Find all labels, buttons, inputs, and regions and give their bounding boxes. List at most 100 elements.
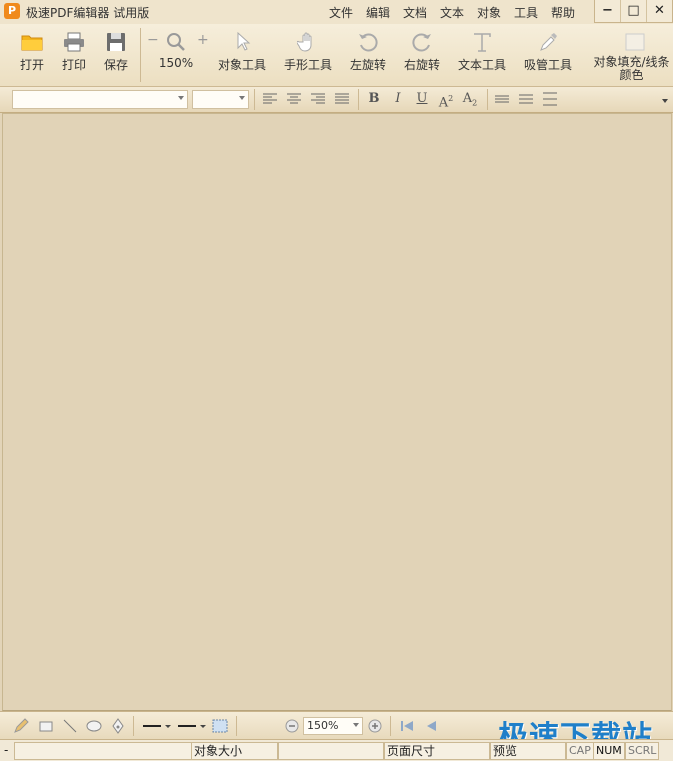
subscript-button[interactable]: A2 <box>461 90 479 108</box>
magnifier-icon <box>167 33 185 51</box>
toolbar-divider <box>140 28 141 82</box>
maximize-button[interactable]: □ <box>620 0 646 22</box>
underline-button[interactable]: U <box>413 90 431 108</box>
line-spacing-1-icon[interactable] <box>493 90 511 108</box>
first-page-icon[interactable] <box>398 717 416 735</box>
italic-button[interactable]: I <box>389 90 407 108</box>
open-button[interactable]: 打开 <box>14 24 50 86</box>
format-divider <box>487 89 488 110</box>
chevron-down-icon <box>239 96 245 100</box>
status-scrl: SCRL <box>625 742 659 760</box>
menu-text[interactable]: 文本 <box>440 4 464 21</box>
subscript-mark: 2 <box>472 98 478 108</box>
zoom-in-circle-icon[interactable] <box>366 717 384 735</box>
printer-icon <box>64 32 84 52</box>
superscript-mark: 2 <box>448 94 454 103</box>
window-controls: − □ ✕ <box>594 0 673 23</box>
align-left-icon[interactable] <box>261 90 279 108</box>
format-toolbar: B I U A2 A2 <box>0 87 673 113</box>
text-tool-label: 文本工具 <box>457 58 506 72</box>
line-spacing-2-icon[interactable] <box>517 90 535 108</box>
hand-tool-button[interactable]: 手形工具 <box>280 24 336 86</box>
document-canvas[interactable] <box>2 113 672 711</box>
print-button[interactable]: 打印 <box>56 24 92 86</box>
menu-tools[interactable]: 工具 <box>514 4 538 21</box>
rotate-left-icon <box>359 33 378 52</box>
status-object-size: 对象大小 <box>191 742 278 760</box>
line-style-select[interactable] <box>177 717 209 735</box>
previous-page-icon[interactable] <box>422 717 440 735</box>
align-right-icon[interactable] <box>309 90 327 108</box>
format-divider <box>254 89 255 110</box>
rotate-left-label: 左旋转 <box>349 58 386 72</box>
status-field-indicator: - <box>4 743 9 757</box>
status-page-size: 页面尺寸 <box>384 742 490 760</box>
save-button[interactable]: 保存 <box>98 24 134 86</box>
line-spacing-3-icon[interactable] <box>541 90 559 108</box>
main-toolbar: 打开 打印 保存 − 150% + 对象工具 手形工具 左旋转 右旋转 文本工具… <box>0 24 673 87</box>
menu-help[interactable]: 帮助 <box>551 4 575 21</box>
zoom-out-button[interactable]: − <box>147 32 159 48</box>
arrow-cursor-icon <box>237 32 251 51</box>
hand-icon <box>297 32 312 52</box>
format-divider <box>358 89 359 110</box>
rotate-left-button[interactable]: 左旋转 <box>346 24 390 86</box>
pencil-icon[interactable] <box>12 717 30 735</box>
drawbar-divider <box>236 716 237 736</box>
align-center-icon[interactable] <box>285 90 303 108</box>
pen-nib-icon[interactable] <box>109 717 127 735</box>
minimize-button[interactable]: − <box>595 0 620 22</box>
rotate-right-label: 右旋转 <box>403 58 440 72</box>
menu-edit[interactable]: 编辑 <box>366 4 390 21</box>
fill-line-color-label: 对象填充/线条颜色 <box>593 55 670 82</box>
rectangle-icon[interactable] <box>37 717 55 735</box>
print-label: 打印 <box>61 58 86 72</box>
status-field-blank <box>278 742 384 760</box>
folder-icon <box>21 35 43 51</box>
superscript-button[interactable]: A2 <box>437 90 455 110</box>
menu-object[interactable]: 对象 <box>477 4 501 21</box>
status-bar: - 对象大小 页面尺寸 预览 CAP NUM SCRL <box>0 739 673 761</box>
status-cap: CAP <box>566 742 594 760</box>
rotate-right-button[interactable]: 右旋转 <box>400 24 444 86</box>
subscript-letter: A <box>462 91 473 106</box>
hand-tool-label: 手形工具 <box>283 58 332 72</box>
text-tool-button[interactable]: 文本工具 <box>455 24 509 86</box>
chevron-down-icon <box>353 723 359 727</box>
zoom-select-value: 150% <box>307 719 339 732</box>
color-swatch-icon <box>625 33 645 51</box>
eyedropper-tool-button[interactable]: 吸管工具 <box>521 24 575 86</box>
zoom-value: 150% <box>158 56 194 70</box>
line-width-select[interactable] <box>142 717 174 735</box>
chevron-down-icon <box>178 96 184 100</box>
zoom-in-button[interactable]: + <box>197 32 209 48</box>
app-title: 极速PDF编辑器 试用版 <box>26 6 150 20</box>
eyedropper-tool-label: 吸管工具 <box>523 58 572 72</box>
font-name-select[interactable] <box>12 90 188 109</box>
object-tool-label: 对象工具 <box>217 58 266 72</box>
ellipse-icon[interactable] <box>85 717 103 735</box>
save-label: 保存 <box>103 58 128 72</box>
text-t-icon <box>474 33 491 52</box>
app-logo-icon: P <box>4 3 20 19</box>
open-label: 打开 <box>19 58 44 72</box>
title-bar: P 极速PDF编辑器 试用版 文件 编辑 文档 文本 对象 工具 帮助 − □ … <box>0 0 673 24</box>
menu-file[interactable]: 文件 <box>329 4 353 21</box>
bold-button[interactable]: B <box>365 90 383 108</box>
font-size-select[interactable] <box>192 90 249 109</box>
drawbar-divider <box>133 716 134 736</box>
rotate-right-icon <box>412 33 431 52</box>
close-button[interactable]: ✕ <box>646 0 672 22</box>
align-justify-icon[interactable] <box>333 90 351 108</box>
menu-document[interactable]: 文档 <box>403 4 427 21</box>
line-icon[interactable] <box>61 717 79 735</box>
zoom-level[interactable]: 150% <box>158 24 194 86</box>
zoom-select[interactable]: 150% <box>303 717 363 735</box>
toolbar-overflow-icon[interactable] <box>662 99 668 103</box>
drawbar-divider <box>390 716 391 736</box>
fill-line-color-button[interactable]: 对象填充/线条颜色 <box>588 24 673 86</box>
selection-frame-icon[interactable] <box>211 717 229 735</box>
floppy-disk-icon <box>107 33 125 51</box>
zoom-out-circle-icon[interactable] <box>283 717 301 735</box>
object-tool-button[interactable]: 对象工具 <box>214 24 270 86</box>
